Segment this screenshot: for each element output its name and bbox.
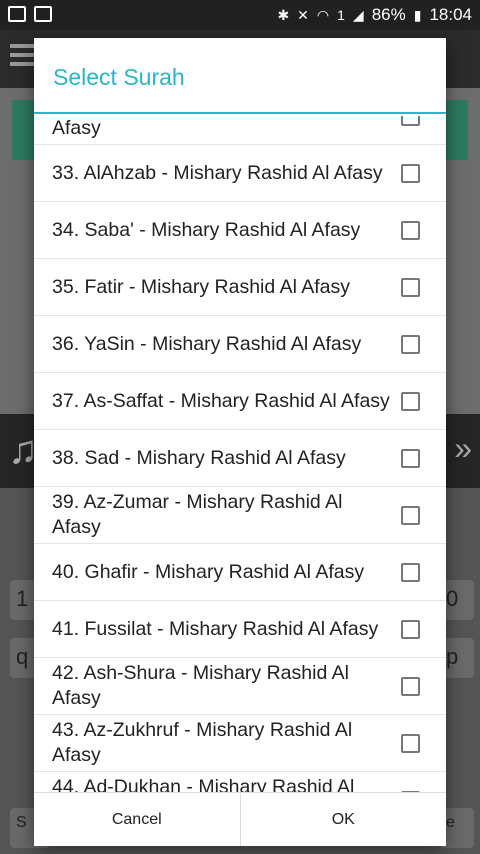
wifi-icon: ◠ <box>316 6 330 23</box>
status-bar: ✱ ✕ ◠ 1 ◢ 86% ▮ 18:04 <box>0 0 480 30</box>
surah-list-item[interactable]: 42. Ash-Shura - Mishary Rashid Al Afasy <box>34 658 446 715</box>
surah-item-checkbox[interactable] <box>401 505 420 525</box>
surah-item-label: 36. YaSin - Mishary Rashid Al Afasy <box>52 332 362 355</box>
surah-item-label: 39. Az-Zumar - Mishary Rashid Al Afasy <box>52 491 343 538</box>
surah-item-checkbox[interactable] <box>401 163 420 183</box>
surah-list-item[interactable]: 40. Ghafir - Mishary Rashid Al Afasy <box>34 544 446 601</box>
surah-list[interactable]: 32. As-Sajdah - Mishary Rashid Al Afasy 3… <box>34 116 446 792</box>
surah-item-label: 42. Ash-Shura - Mishary Rashid Al Afasy <box>52 662 349 709</box>
dialog-buttons: Cancel OK <box>34 792 446 846</box>
surah-item-checkbox[interactable] <box>401 448 420 468</box>
surah-item-label: 34. Saba' - Mishary Rashid Al Afasy <box>52 218 361 241</box>
select-surah-dialog: Select Surah 32. As-Sajdah - Mishary Ras… <box>34 38 446 846</box>
battery-icon: ▮ <box>413 6 422 23</box>
fast-forward-icon: » <box>454 430 472 466</box>
dialog-title: Select Surah <box>34 38 446 114</box>
surah-item-checkbox[interactable] <box>401 619 420 639</box>
surah-list-item[interactable]: 35. Fatir - Mishary Rashid Al Afasy <box>34 259 446 316</box>
surah-item-checkbox[interactable] <box>401 334 420 354</box>
surah-item-checkbox[interactable] <box>401 733 420 753</box>
surah-item-label: 38. Sad - Mishary Rashid Al Afasy <box>52 446 346 469</box>
surah-list-item[interactable]: 37. As-Saffat - Mishary Rashid Al Afasy <box>34 373 446 430</box>
surah-list-item[interactable]: 44. Ad-Dukhan - Mishary Rashid Al Afasy <box>34 772 446 792</box>
surah-item-label: 41. Fussilat - Mishary Rashid Al Afasy <box>52 617 379 640</box>
surah-item-checkbox[interactable] <box>401 220 420 240</box>
surah-list-item[interactable]: 43. Az-Zukhruf - Mishary Rashid Al Afasy <box>34 715 446 772</box>
surah-item-checkbox[interactable] <box>401 391 420 411</box>
surah-item-label: 40. Ghafir - Mishary Rashid Al Afasy <box>52 560 365 583</box>
surah-list-item[interactable]: 33. AlAhzab - Mishary Rashid Al Afasy <box>34 145 446 202</box>
sim-indicator: 1 <box>337 7 345 23</box>
surah-item-label: 43. Az-Zukhruf - Mishary Rashid Al Afasy <box>52 719 353 766</box>
battery-level: 86% <box>371 5 406 24</box>
surah-list-item[interactable]: 39. Az-Zumar - Mishary Rashid Al Afasy <box>34 487 446 544</box>
surah-item-label: 35. Fatir - Mishary Rashid Al Afasy <box>52 275 351 298</box>
surah-item-checkbox[interactable] <box>401 676 420 696</box>
surah-list-item[interactable]: 32. As-Sajdah - Mishary Rashid Al Afasy <box>34 116 446 145</box>
surah-item-checkbox[interactable] <box>401 562 420 582</box>
bluetooth-icon: ✱ <box>277 6 290 23</box>
ok-button[interactable]: OK <box>239 793 447 846</box>
signal-icon: ◢ <box>352 6 364 23</box>
surah-item-label: 44. Ad-Dukhan - Mishary Rashid Al Afasy <box>52 776 355 792</box>
surah-item-label: 37. As-Saffat - Mishary Rashid Al Afasy <box>52 389 390 412</box>
mute-icon: ✕ <box>297 6 309 23</box>
surah-list-item[interactable]: 38. Sad - Mishary Rashid Al Afasy <box>34 430 446 487</box>
surah-list-item[interactable]: 36. YaSin - Mishary Rashid Al Afasy <box>34 316 446 373</box>
message-notification-icon <box>34 6 52 22</box>
surah-item-label: 32. As-Sajdah - Mishary Rashid Al Afasy <box>52 117 101 139</box>
surah-item-checkbox[interactable] <box>401 277 420 297</box>
surah-item-label: 33. AlAhzab - Mishary Rashid Al Afasy <box>52 161 383 184</box>
surah-item-checkbox[interactable] <box>401 116 420 126</box>
cancel-button[interactable]: Cancel <box>34 793 240 846</box>
gallery-notification-icon <box>8 6 26 22</box>
surah-list-item[interactable]: 34. Saba' - Mishary Rashid Al Afasy <box>34 202 446 259</box>
menu-icon <box>10 44 36 66</box>
surah-list-item[interactable]: 41. Fussilat - Mishary Rashid Al Afasy <box>34 601 446 658</box>
clock: 18:04 <box>429 5 472 24</box>
